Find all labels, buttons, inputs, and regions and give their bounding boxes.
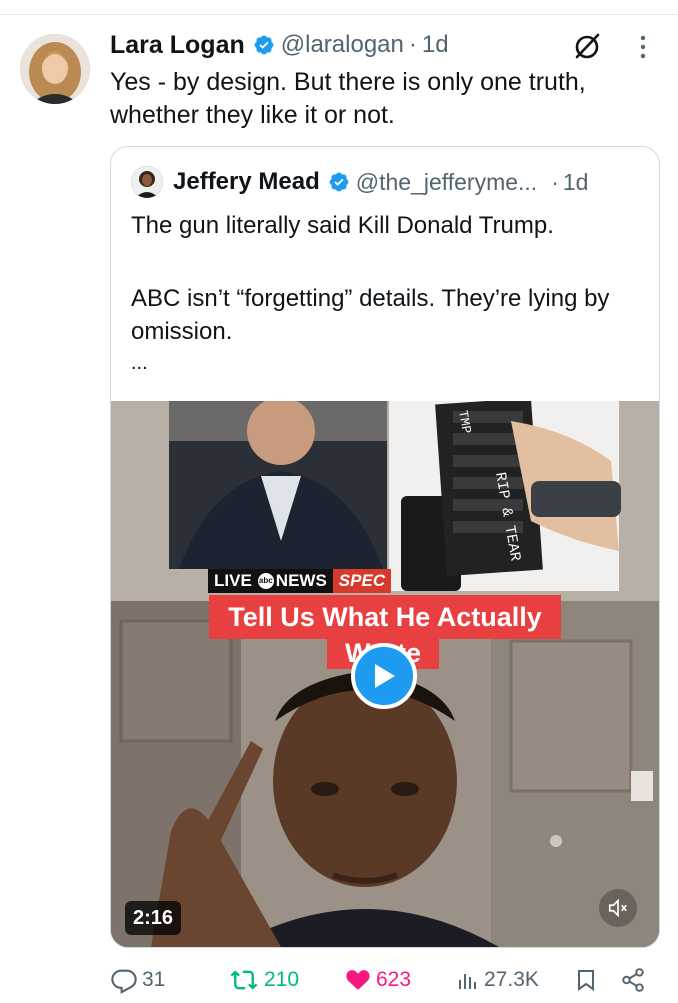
quoted-text: The gun literally said Kill Donald Trump… [131, 209, 641, 374]
repost-icon [230, 970, 258, 990]
more-icon[interactable] [636, 34, 650, 60]
like-icon [346, 970, 370, 990]
video-player[interactable]: RIP & TEAR TMP LIVE abc NEWS SPEC Tell Us… [111, 401, 659, 947]
author-handle[interactable]: @laralogan [281, 31, 404, 59]
abc-logo-icon: abc [257, 573, 274, 589]
author-name[interactable]: Lara Logan [110, 31, 245, 60]
quoted-tweet[interactable]: Jeffery Mead @the_jefferyme... · 1d The … [110, 146, 660, 948]
verified-badge-icon [328, 171, 350, 193]
mute-icon[interactable] [599, 889, 637, 927]
repost-button[interactable]: 210 [228, 960, 299, 1000]
views-button[interactable]: 27.3K [456, 960, 539, 1000]
bookmark-button[interactable] [574, 960, 602, 1000]
views-icon [459, 974, 476, 989]
quoted-text-line-2: ABC isn’t “forgetting” details. They’re … [131, 285, 610, 345]
news-banner: LIVE abc NEWS SPEC [208, 569, 392, 593]
tweet-time[interactable]: 1d [422, 31, 449, 59]
top-divider [0, 14, 678, 15]
quoted-header: Jeffery Mead @the_jefferyme... · 1d [131, 165, 588, 199]
repost-count: 210 [264, 968, 300, 991]
quoted-author-name: Jeffery Mead [173, 168, 320, 195]
banner-live: LIVE [208, 569, 258, 593]
quoted-author-avatar [131, 166, 163, 198]
video-duration: 2:16 [125, 901, 182, 935]
bookmark-icon [578, 970, 594, 991]
video-caption: Tell Us What He Actually [209, 595, 561, 639]
author-avatar[interactable] [20, 34, 90, 104]
share-icon [622, 968, 644, 992]
reply-count: 31 [142, 968, 166, 991]
grok-icon[interactable] [570, 30, 604, 64]
quoted-ellipsis: ... [131, 352, 148, 374]
share-button[interactable] [620, 960, 650, 1000]
like-count: 623 [376, 968, 412, 991]
tweet-text: Yes - by design. But there is only one t… [110, 68, 586, 129]
separator-dot: · [551, 168, 559, 195]
reply-button[interactable]: 31 [110, 960, 165, 1000]
banner-network: abc NEWS [257, 569, 333, 593]
tweet-header: Lara Logan @laralogan · 1d [110, 28, 449, 62]
play-icon[interactable] [351, 643, 417, 709]
tweet-actions: 31 210 623 27.3K [0, 960, 678, 1000]
separator-dot: · [408, 31, 417, 58]
quoted-author-handle: @the_jefferyme... [355, 168, 538, 195]
banner-spec: SPEC [332, 569, 392, 593]
banner-network-name: NEWS [275, 571, 327, 590]
like-button[interactable]: 623 [344, 960, 411, 1000]
reply-icon [111, 969, 137, 994]
quoted-text-line-1: The gun literally said Kill Donald Trump… [131, 212, 554, 239]
verified-badge-icon [253, 34, 275, 56]
quoted-time: 1d [562, 168, 589, 195]
views-count: 27.3K [484, 968, 539, 991]
